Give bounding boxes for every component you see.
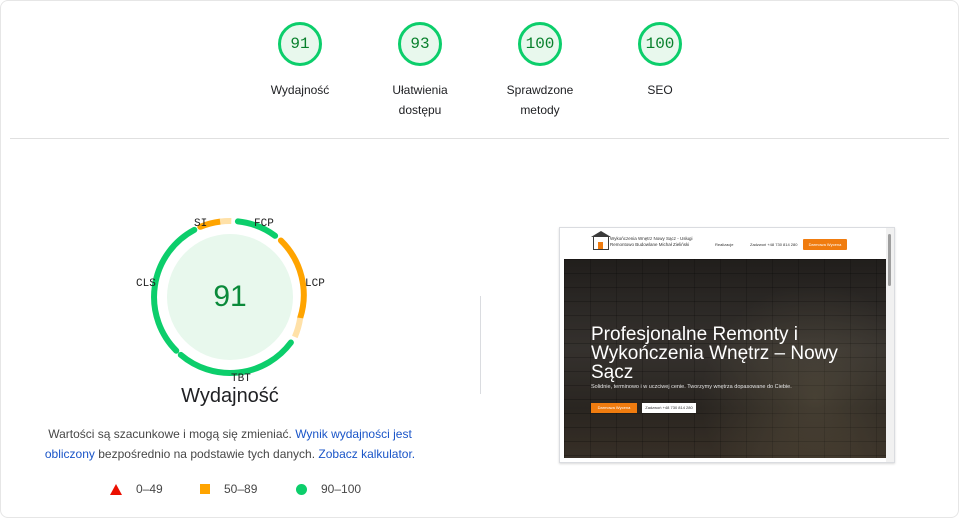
circle-icon xyxy=(296,483,307,495)
note-text-1: Wartości są szacunkowe i mogą się zmieni… xyxy=(48,427,292,441)
screenshot-menu-item: Realizacje xyxy=(715,242,734,247)
screenshot-hero: Profesjonalne Remonty i Wykończenia Wnęt… xyxy=(564,259,886,458)
screenshot-scrollbar-thumb xyxy=(888,234,891,286)
gauge-performance-ring: 91 xyxy=(278,22,322,66)
metric-label-fcp: FCP xyxy=(254,218,274,230)
gauge-seo-ring: 100 xyxy=(638,22,682,66)
metric-label-si: SI xyxy=(194,218,208,230)
metric-arc-si-track xyxy=(219,217,232,225)
screenshot-subheadline: Solidnie, terminowo i w uczciwej cenie. … xyxy=(591,384,792,390)
legend-average-label: 50–89 xyxy=(224,482,258,496)
legend-pass-label: 90–100 xyxy=(321,482,362,496)
square-icon xyxy=(200,484,210,494)
gauge-seo-label: SEO xyxy=(647,83,673,97)
performance-gauge: SI FCP LCP TBT CLS 91 xyxy=(130,212,330,397)
screenshot-phone: Zadzwoń +48 730 814 280 xyxy=(750,242,798,247)
final-screenshot[interactable]: Wykończenia Wnętrz Nowy Sącz - Usługi Re… xyxy=(559,227,895,463)
gauge-accessibility-label: Ułatwienia dostępu xyxy=(392,83,448,117)
legend-fail-label: 0–49 xyxy=(136,482,163,496)
vertical-separator xyxy=(480,296,481,394)
legend-fail: 0–49 xyxy=(110,482,163,496)
metric-arc-lcp-track xyxy=(292,317,304,339)
gauge-accessibility-score: 93 xyxy=(410,35,430,53)
note-text-2: bezpośrednio na podstawie tych danych. xyxy=(98,447,316,461)
performance-score: 91 xyxy=(213,280,247,313)
metric-label-tbt: TBT xyxy=(231,373,251,385)
gauge-accessibility-ring: 93 xyxy=(398,22,442,66)
triangle-icon xyxy=(110,483,122,495)
screenshot-brand: Wykończenia Wnętrz Nowy Sącz - Usługi Re… xyxy=(610,236,693,247)
section-divider xyxy=(10,138,949,139)
house-logo-icon xyxy=(591,231,611,250)
gauge-performance-score: 91 xyxy=(290,35,310,53)
estimate-note: Wartości są szacunkowe i mogą się zmieni… xyxy=(40,424,420,464)
gauge-best-practices-label: Sprawdzone metody xyxy=(506,83,574,117)
metric-label-lcp: LCP xyxy=(305,278,325,290)
gauge-performance[interactable]: 91 Wydajność xyxy=(245,22,355,100)
gauge-best-practices-score: 100 xyxy=(525,35,555,53)
gauge-accessibility[interactable]: 93 Ułatwienia dostępu xyxy=(365,22,475,120)
gauge-best-practices[interactable]: 100 Sprawdzone metody xyxy=(485,22,595,120)
screenshot-secondary-button: Zadzwoń +48 730 814 280 xyxy=(642,403,696,413)
screenshot-cta-button: Darmowa Wycena xyxy=(803,239,847,250)
legend-pass: 90–100 xyxy=(296,482,361,496)
screenshot-navbar: Wykończenia Wnętrz Nowy Sącz - Usługi Re… xyxy=(560,228,886,259)
metric-label-cls: CLS xyxy=(136,278,156,290)
gauge-seo[interactable]: 100 SEO xyxy=(605,22,715,100)
screenshot-headline: Profesjonalne Remonty i Wykończenia Wnęt… xyxy=(591,324,838,383)
score-legend: 0–49 50–89 90–100 xyxy=(108,482,408,500)
legend-average: 50–89 xyxy=(200,482,257,496)
category-gauges: 91 Wydajność 93 Ułatwienia dostępu 100 S… xyxy=(0,22,959,132)
gauge-seo-score: 100 xyxy=(645,35,675,53)
screenshot-primary-button: Darmowa Wycena xyxy=(591,403,637,413)
calculator-link[interactable]: Zobacz kalkulator. xyxy=(318,447,415,461)
gauge-performance-label: Wydajność xyxy=(270,83,330,97)
gauge-best-practices-ring: 100 xyxy=(518,22,562,66)
performance-title: Wydajność xyxy=(181,385,279,407)
